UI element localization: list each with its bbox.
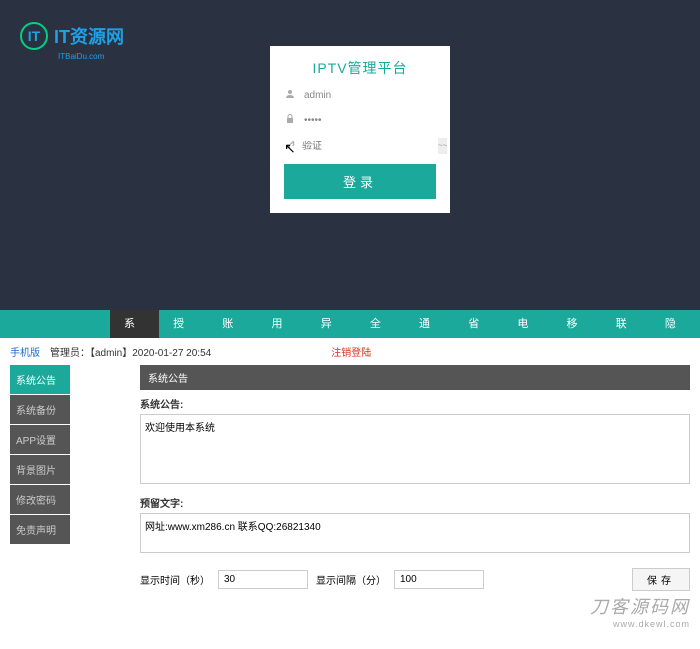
login-title: IPTV管理平台 [284, 58, 436, 78]
admin-info: 管理员：【admin】2020-01-27 20:54 [50, 344, 211, 359]
nav-account[interactable]: 账号 [208, 310, 257, 338]
save-button[interactable]: 保存 [632, 568, 690, 591]
main-panel: 系统公告 系统公告: 预留文字: 显示时间（秒） 显示间隔（分） 保存 [140, 365, 690, 591]
panel-header: 系统公告 [140, 365, 690, 390]
lock-icon [284, 113, 298, 128]
captcha-input[interactable] [302, 141, 434, 152]
display-interval-input[interactable] [394, 570, 484, 589]
logout-link[interactable]: 注销登陆 [331, 344, 371, 359]
nav-exception[interactable]: 异常 [307, 310, 356, 338]
password-row [284, 113, 436, 128]
user-icon [284, 88, 298, 103]
reserved-textarea[interactable] [140, 513, 690, 553]
announcement-label: 系统公告: [140, 396, 690, 411]
nav-system[interactable]: 系统 [110, 310, 159, 338]
sidebar-item-backup[interactable]: 系统备份 [10, 395, 70, 424]
cursor-icon: ↖ [284, 140, 296, 157]
top-nav: 系统 授权 账号 用户 异常 全网 通用 省内 电信 移动 联通 隐藏 [0, 310, 700, 338]
captcha-row: ~~ [284, 138, 436, 154]
sidebar-item-password[interactable]: 修改密码 [10, 485, 70, 514]
watermark-text: 刀客源码网 [590, 593, 690, 619]
nav-general[interactable]: 通用 [405, 310, 454, 338]
reserved-label: 预留文字: [140, 495, 690, 510]
sidebar-item-disclaimer[interactable]: 免责声明 [10, 515, 70, 544]
nav-network[interactable]: 全网 [356, 310, 405, 338]
username-row [284, 88, 436, 103]
sidebar: 系统公告 系统备份 APP设置 背景图片 修改密码 免责声明 [10, 365, 70, 591]
nav-province[interactable]: 省内 [454, 310, 503, 338]
login-button[interactable]: 登录 [284, 164, 436, 199]
sidebar-item-announcement[interactable]: 系统公告 [10, 365, 70, 394]
watermark-url: www.dkewl.com [590, 619, 690, 629]
login-screen-section: IT IT资源网 ITBaiDu.com IPTV管理平台 ~~ 登录 ↖ [0, 0, 700, 310]
nav-authorize[interactable]: 授权 [159, 310, 208, 338]
captcha-image[interactable]: ~~ [438, 138, 447, 154]
display-interval-label: 显示间隔（分） [316, 572, 386, 587]
password-input[interactable] [304, 115, 436, 126]
site-logo: IT IT资源网 ITBaiDu.com [20, 22, 124, 50]
logo-icon: IT [20, 22, 48, 50]
username-input[interactable] [304, 90, 436, 101]
mobile-link[interactable]: 手机版 [10, 344, 40, 359]
bottom-controls: 显示时间（秒） 显示间隔（分） 保存 [140, 568, 690, 591]
sidebar-item-app[interactable]: APP设置 [10, 425, 70, 454]
nav-hidden[interactable]: 隐藏 [651, 310, 700, 338]
sidebar-item-background[interactable]: 背景图片 [10, 455, 70, 484]
nav-telecom[interactable]: 电信 [503, 310, 552, 338]
display-time-label: 显示时间（秒） [140, 572, 210, 587]
announcement-textarea[interactable] [140, 414, 690, 484]
watermark: 刀客源码网 www.dkewl.com [590, 593, 690, 629]
nav-mobile[interactable]: 移动 [553, 310, 602, 338]
content-area: 系统公告 系统备份 APP设置 背景图片 修改密码 免责声明 系统公告 系统公告… [0, 365, 700, 591]
admin-panel-section: 系统 授权 账号 用户 异常 全网 通用 省内 电信 移动 联通 隐藏 手机版 … [0, 310, 700, 649]
nav-user[interactable]: 用户 [258, 310, 307, 338]
logo-subtitle: ITBaiDu.com [58, 52, 104, 61]
info-bar: 手机版 管理员：【admin】2020-01-27 20:54 注销登陆 [0, 338, 700, 365]
login-form: IPTV管理平台 ~~ 登录 [270, 46, 450, 213]
display-time-input[interactable] [218, 570, 308, 589]
logo-title: IT资源网 [54, 23, 124, 49]
nav-unicom[interactable]: 联通 [602, 310, 651, 338]
